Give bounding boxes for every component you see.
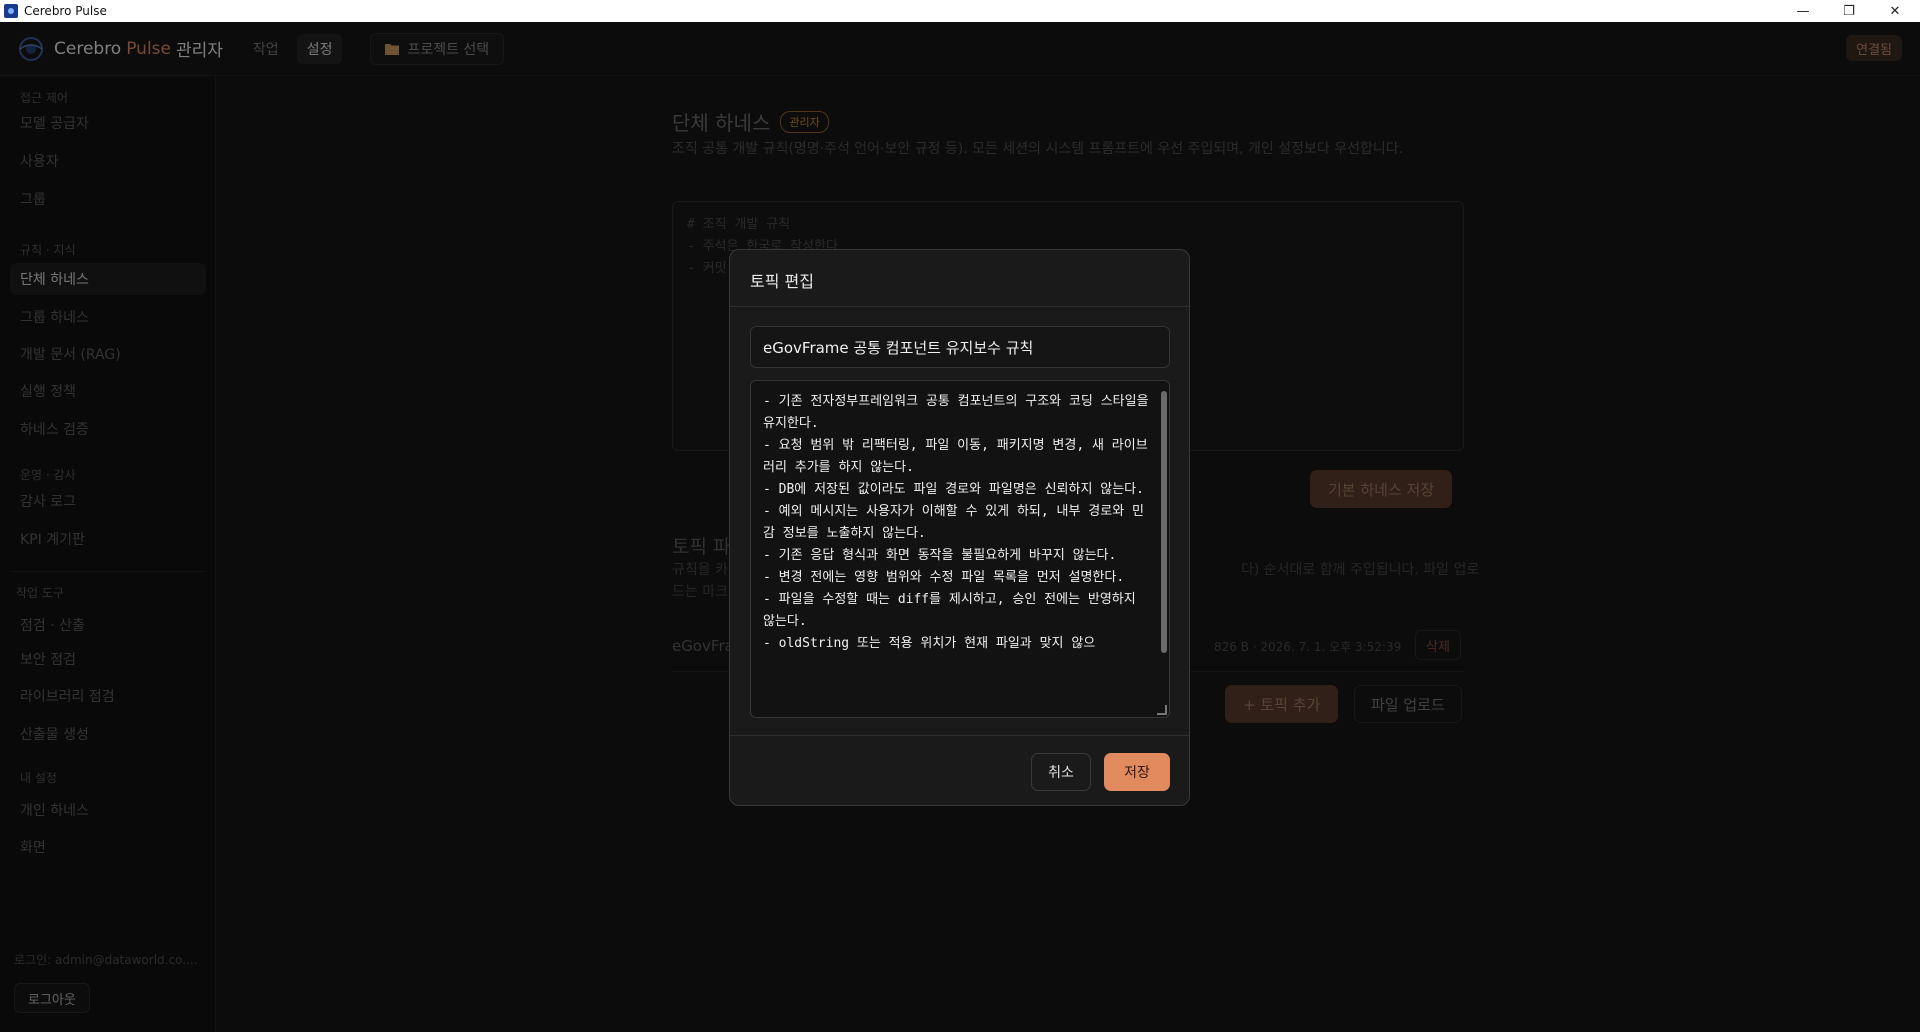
save-button[interactable]: 저장: [1104, 753, 1170, 791]
minimize-icon[interactable]: —: [1780, 0, 1826, 22]
modal-footer-divider: [730, 735, 1189, 736]
textarea-scrollbar[interactable]: [1161, 391, 1167, 653]
topic-body-text: - 기존 전자정부프레임워크 공통 컴포넌트의 구조와 코딩 스타일을 유지한다…: [763, 394, 1149, 651]
close-icon[interactable]: ✕: [1872, 0, 1918, 22]
topic-name-input[interactable]: eGovFrame 공통 컴포넌트 유지보수 규칙: [750, 326, 1170, 368]
resize-handle-icon[interactable]: [1157, 705, 1167, 715]
cancel-button[interactable]: 취소: [1031, 753, 1091, 791]
window-titlebar: Cerebro Pulse — ❐ ✕: [0, 0, 1920, 22]
edit-topic-modal: 토픽 편집 eGovFrame 공통 컴포넌트 유지보수 규칙 - 기존 전자정…: [729, 249, 1190, 806]
app-icon: [4, 4, 18, 18]
restore-icon[interactable]: ❐: [1826, 0, 1872, 22]
modal-divider: [730, 306, 1189, 307]
window-title: Cerebro Pulse: [24, 4, 107, 18]
modal-title: 토픽 편집: [750, 272, 814, 291]
topic-body-textarea[interactable]: - 기존 전자정부프레임워크 공통 컴포넌트의 구조와 코딩 스타일을 유지한다…: [750, 380, 1170, 718]
